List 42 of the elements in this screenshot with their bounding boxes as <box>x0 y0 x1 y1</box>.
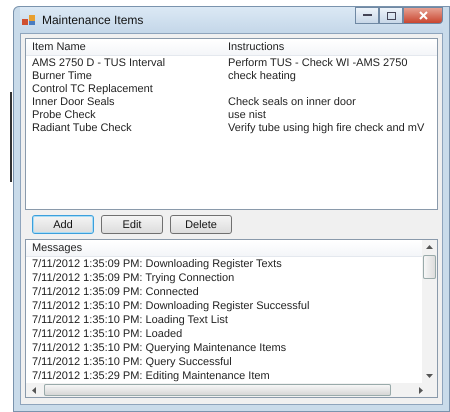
table-cell-text: check heating <box>227 70 297 82</box>
scroll-down-icon[interactable] <box>426 374 433 378</box>
close-icon <box>418 11 428 20</box>
window-title: Maintenance Items <box>42 13 144 27</box>
scroll-up-icon[interactable] <box>426 245 433 249</box>
scroll-left-icon[interactable] <box>32 386 36 394</box>
scroll-right-icon[interactable] <box>419 386 423 394</box>
table-cell-text: Perform TUS - Check WI -AMS 2750 <box>227 56 409 68</box>
message-line: 7/11/2012 1:35:10 PM: Query Successful <box>31 355 233 369</box>
message-line: 7/11/2012 1:35:10 PM: Loaded <box>31 327 184 341</box>
maximize-button[interactable] <box>379 7 403 24</box>
table-cell-text: Probe Check <box>31 108 97 120</box>
close-button[interactable] <box>403 7 443 24</box>
column-header[interactable]: Item Name <box>26 41 222 53</box>
action-button[interactable]: Add <box>32 215 94 234</box>
table-cell-text: Burner Time <box>31 70 93 82</box>
message-line: 7/11/2012 1:35:09 PM: Connected <box>31 285 200 299</box>
table-cell-text: use nist <box>227 108 267 120</box>
scrollbar-thumb[interactable] <box>423 255 436 279</box>
horizontal-scrollbar[interactable] <box>26 383 437 397</box>
maximize-icon <box>386 12 396 20</box>
message-line: 7/11/2012 1:35:10 PM: Loading Text List <box>31 313 229 327</box>
table-cell-text: Verify tube using high fire check and mV <box>227 122 426 134</box>
message-line: 7/11/2012 1:35:29 PM: Editing Maintenance Item <box>31 369 271 383</box>
column-header[interactable]: Messages <box>32 242 82 254</box>
minimize-icon <box>362 14 372 17</box>
message-line: 7/11/2012 1:35:09 PM: Trying Connection <box>31 271 236 285</box>
table-cell-text: Inner Door Seals <box>31 96 116 108</box>
minimize-button[interactable] <box>355 7 379 24</box>
action-button[interactable]: Edit <box>101 215 163 234</box>
message-line: 7/11/2012 1:35:10 PM: Querying Maintenance Items <box>31 341 288 355</box>
message-line: 7/11/2012 1:35:09 PM: Downloading Register Texts <box>31 257 283 271</box>
vertical-scrollbar[interactable] <box>422 240 437 383</box>
action-button[interactable]: Delete <box>170 215 232 234</box>
message-line: 7/11/2012 1:35:10 PM: Downloading Register Successful <box>31 299 310 313</box>
column-header[interactable]: Instructions <box>222 41 437 53</box>
scrollbar-thumb[interactable] <box>44 384 391 396</box>
table-cell-text: AMS 2750 D - TUS Interval <box>31 56 166 68</box>
table-cell-text: Check seals on inner door <box>227 96 357 108</box>
table-cell-text: Control TC Replacement <box>31 82 154 94</box>
app-icon <box>22 14 36 26</box>
table-cell-text: Radiant Tube Check <box>31 122 133 134</box>
